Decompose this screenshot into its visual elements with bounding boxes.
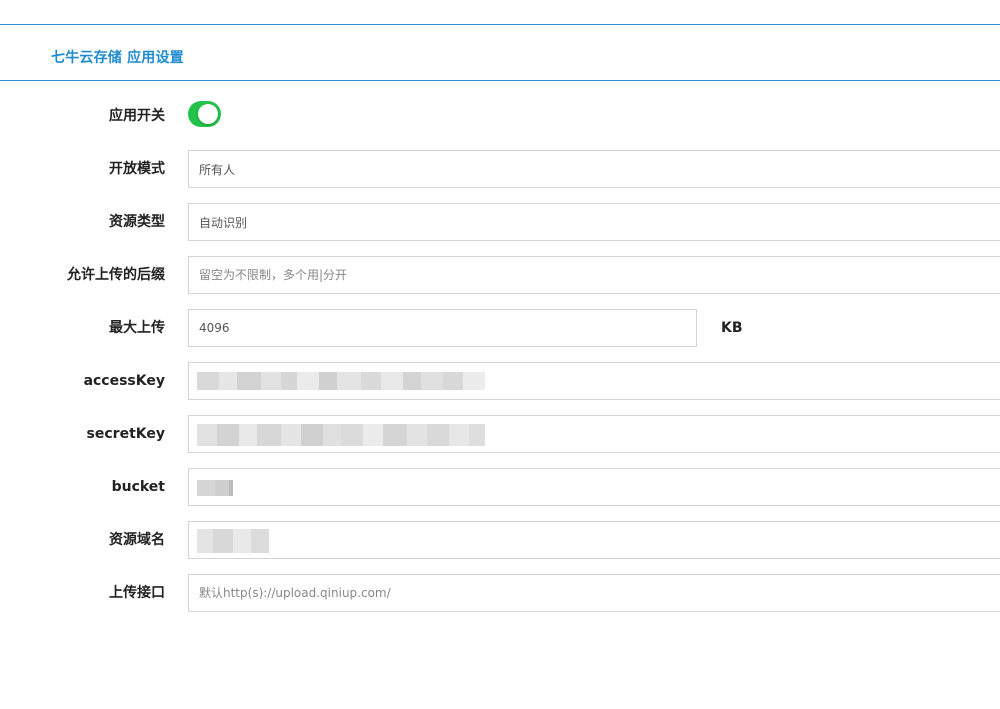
bucket-redaction xyxy=(197,480,233,496)
max-upload-field[interactable] xyxy=(188,309,697,347)
app-switch-label: 应用开关 xyxy=(109,108,165,124)
allowed-suffix-label: 允许上传的后缀 xyxy=(67,267,165,283)
secret-key-label: secretKey xyxy=(86,426,165,442)
row-app-switch: 应用开关 xyxy=(0,82,1000,127)
row-open-mode: 开放模式 xyxy=(0,150,1000,188)
secret-key-redaction xyxy=(197,424,485,446)
domain-field[interactable] xyxy=(188,521,1000,559)
row-access-key: accessKey xyxy=(0,362,1000,400)
bucket-field[interactable] xyxy=(188,468,1000,506)
panel-header: 七牛云存储 应用设置 xyxy=(0,25,1000,81)
settings-page: 七牛云存储 应用设置 应用开关 开放模式 资源类型 允许上传的后缀 最大上传 xyxy=(0,0,1000,709)
page-title: 七牛云存储 应用设置 xyxy=(51,50,184,66)
open-mode-field[interactable] xyxy=(188,150,1000,188)
resource-type-field[interactable] xyxy=(188,203,1000,241)
max-upload-label: 最大上传 xyxy=(109,320,165,336)
row-upload-url: 上传接口 xyxy=(0,574,1000,612)
open-mode-label: 开放模式 xyxy=(109,161,165,177)
row-resource-type: 资源类型 xyxy=(0,203,1000,241)
upload-url-label: 上传接口 xyxy=(109,585,165,601)
allowed-suffix-field[interactable] xyxy=(188,256,1000,294)
domain-label: 资源域名 xyxy=(109,532,165,548)
domain-redaction xyxy=(197,529,269,553)
resource-type-label: 资源类型 xyxy=(109,214,165,230)
access-key-label: accessKey xyxy=(83,373,165,389)
bucket-label: bucket xyxy=(111,479,165,495)
row-domain: 资源域名 xyxy=(0,521,1000,559)
app-switch-toggle[interactable] xyxy=(188,101,221,127)
row-bucket: bucket xyxy=(0,468,1000,506)
upload-url-field[interactable] xyxy=(188,574,1000,612)
toggle-knob xyxy=(198,104,218,124)
max-upload-unit: KB xyxy=(721,320,743,336)
row-secret-key: secretKey xyxy=(0,415,1000,453)
row-allowed-suffix: 允许上传的后缀 xyxy=(0,256,1000,294)
access-key-redaction xyxy=(197,372,485,390)
row-max-upload: 最大上传 KB xyxy=(0,309,1000,347)
